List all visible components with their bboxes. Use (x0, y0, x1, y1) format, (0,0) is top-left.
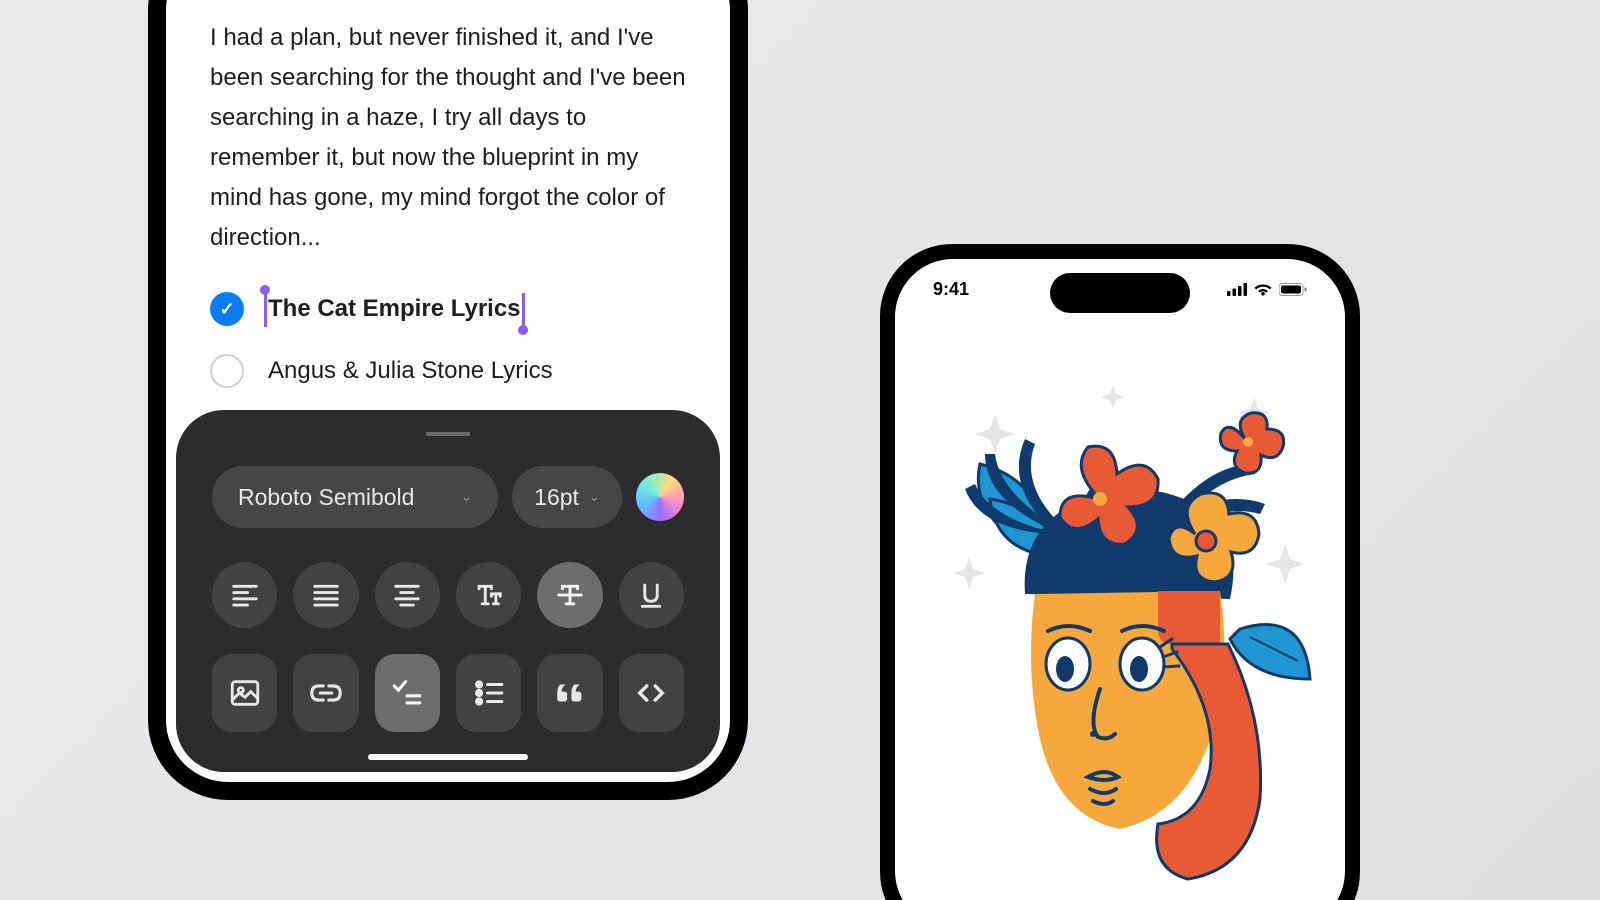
checklist-icon (390, 676, 424, 710)
phone-screen-right: 9:41 (895, 259, 1345, 900)
status-time: 9:41 (933, 279, 969, 300)
status-bar: 9:41 (895, 279, 1345, 300)
code-icon (634, 676, 668, 710)
align-center-icon (392, 580, 422, 610)
text-size-button[interactable] (456, 562, 521, 628)
underline-icon (636, 580, 666, 610)
link-icon (309, 676, 343, 710)
insert-link-button[interactable] (293, 654, 358, 732)
checklist-item[interactable]: ✓ The Cat Empire Lyrics (210, 292, 686, 326)
quote-block-button[interactable] (537, 654, 602, 732)
checkmark-icon: ✓ (219, 299, 234, 320)
checkbox-unchecked[interactable] (210, 354, 244, 388)
checklist-item-label[interactable]: Angus & Julia Stone Lyrics (268, 357, 553, 385)
format-row-inline (212, 562, 684, 628)
checkbox-checked[interactable]: ✓ (210, 292, 244, 326)
strikethrough-button[interactable] (537, 562, 602, 628)
bullet-list-icon (472, 676, 506, 710)
checklist-item[interactable]: Angus & Julia Stone Lyrics (210, 354, 686, 388)
chevron-down-icon: ⌄ (589, 489, 600, 505)
bullet-list-button[interactable] (456, 654, 521, 732)
quote-icon (553, 676, 587, 710)
text-size-icon (474, 580, 504, 610)
font-size-select[interactable]: 16pt ⌄ (512, 466, 622, 528)
checklist-block-button[interactable] (375, 654, 440, 732)
align-center-button[interactable] (375, 562, 440, 628)
checklist-item-label[interactable]: The Cat Empire Lyrics (268, 295, 521, 323)
font-family-label: Roboto Semibold (238, 484, 414, 511)
phone-device-right: 9:41 (880, 244, 1360, 900)
underline-button[interactable] (619, 562, 684, 628)
align-justify-button[interactable] (293, 562, 358, 628)
selection-handle-left[interactable] (264, 293, 267, 327)
note-body-text[interactable]: I had a plan, but never finished it, and… (210, 18, 686, 258)
note-editor[interactable]: I had a plan, but never finished it, and… (166, 0, 730, 450)
format-row-font: Roboto Semibold ⌄ 16pt ⌄ (212, 466, 684, 528)
align-left-button[interactable] (212, 562, 277, 628)
phone-screen-left: I had a plan, but never finished it, and… (166, 0, 730, 782)
insert-image-button[interactable] (212, 654, 277, 732)
decorative-illustration (895, 369, 1345, 889)
code-block-button[interactable] (619, 654, 684, 732)
phone-device-left: I had a plan, but never finished it, and… (148, 0, 748, 800)
chevron-down-icon: ⌄ (461, 489, 472, 505)
selection-handle-right[interactable] (522, 293, 525, 327)
font-size-label: 16pt (534, 484, 579, 511)
strikethrough-icon (555, 580, 585, 610)
text-color-picker[interactable] (636, 473, 684, 521)
battery-icon (1279, 283, 1307, 296)
panel-grabber[interactable] (426, 432, 470, 436)
align-left-icon (230, 580, 260, 610)
wifi-icon (1254, 283, 1272, 296)
format-toolbar-panel: Roboto Semibold ⌄ 16pt ⌄ (176, 410, 720, 772)
cellular-signal-icon (1227, 283, 1247, 296)
image-icon (228, 676, 262, 710)
home-indicator[interactable] (368, 754, 528, 760)
align-justify-icon (311, 580, 341, 610)
font-family-select[interactable]: Roboto Semibold ⌄ (212, 466, 498, 528)
format-row-block (212, 654, 684, 732)
